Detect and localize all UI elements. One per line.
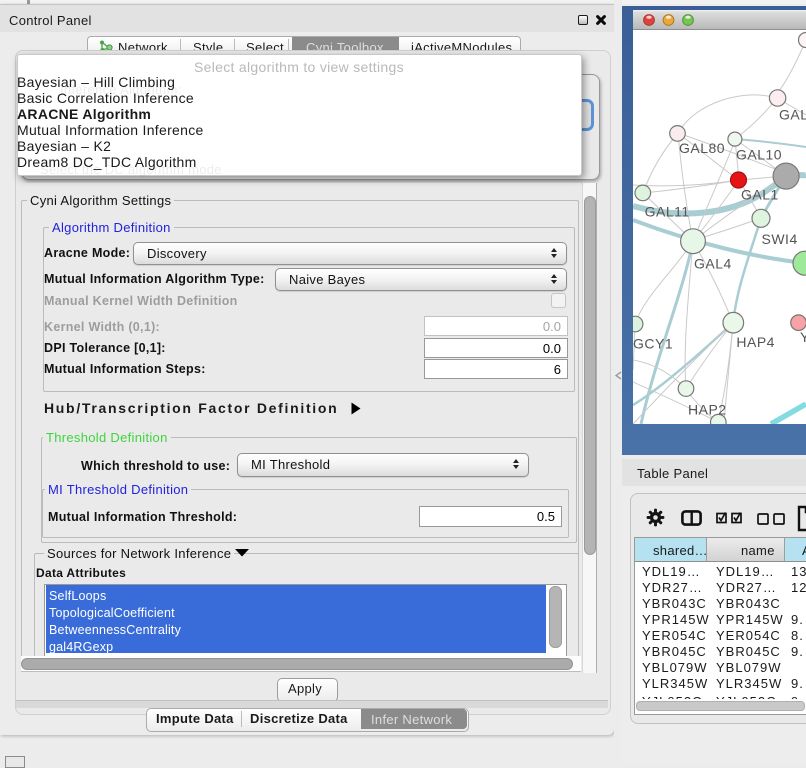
svg-text:GAL4: GAL4 xyxy=(694,255,732,271)
svg-text:GCY1: GCY1 xyxy=(633,336,673,352)
svg-text:GAL10: GAL10 xyxy=(736,147,782,163)
svg-text:SWI4: SWI4 xyxy=(762,231,798,247)
svg-text:GAL1: GAL1 xyxy=(741,186,779,202)
svg-text:Y: Y xyxy=(800,329,806,345)
svg-text:GAL11: GAL11 xyxy=(645,204,690,220)
svg-text:HAP2: HAP2 xyxy=(688,401,727,417)
svg-text:GAL80: GAL80 xyxy=(679,140,725,156)
svg-text:GAL: GAL xyxy=(779,107,806,123)
svg-text:HAP4: HAP4 xyxy=(736,334,775,350)
